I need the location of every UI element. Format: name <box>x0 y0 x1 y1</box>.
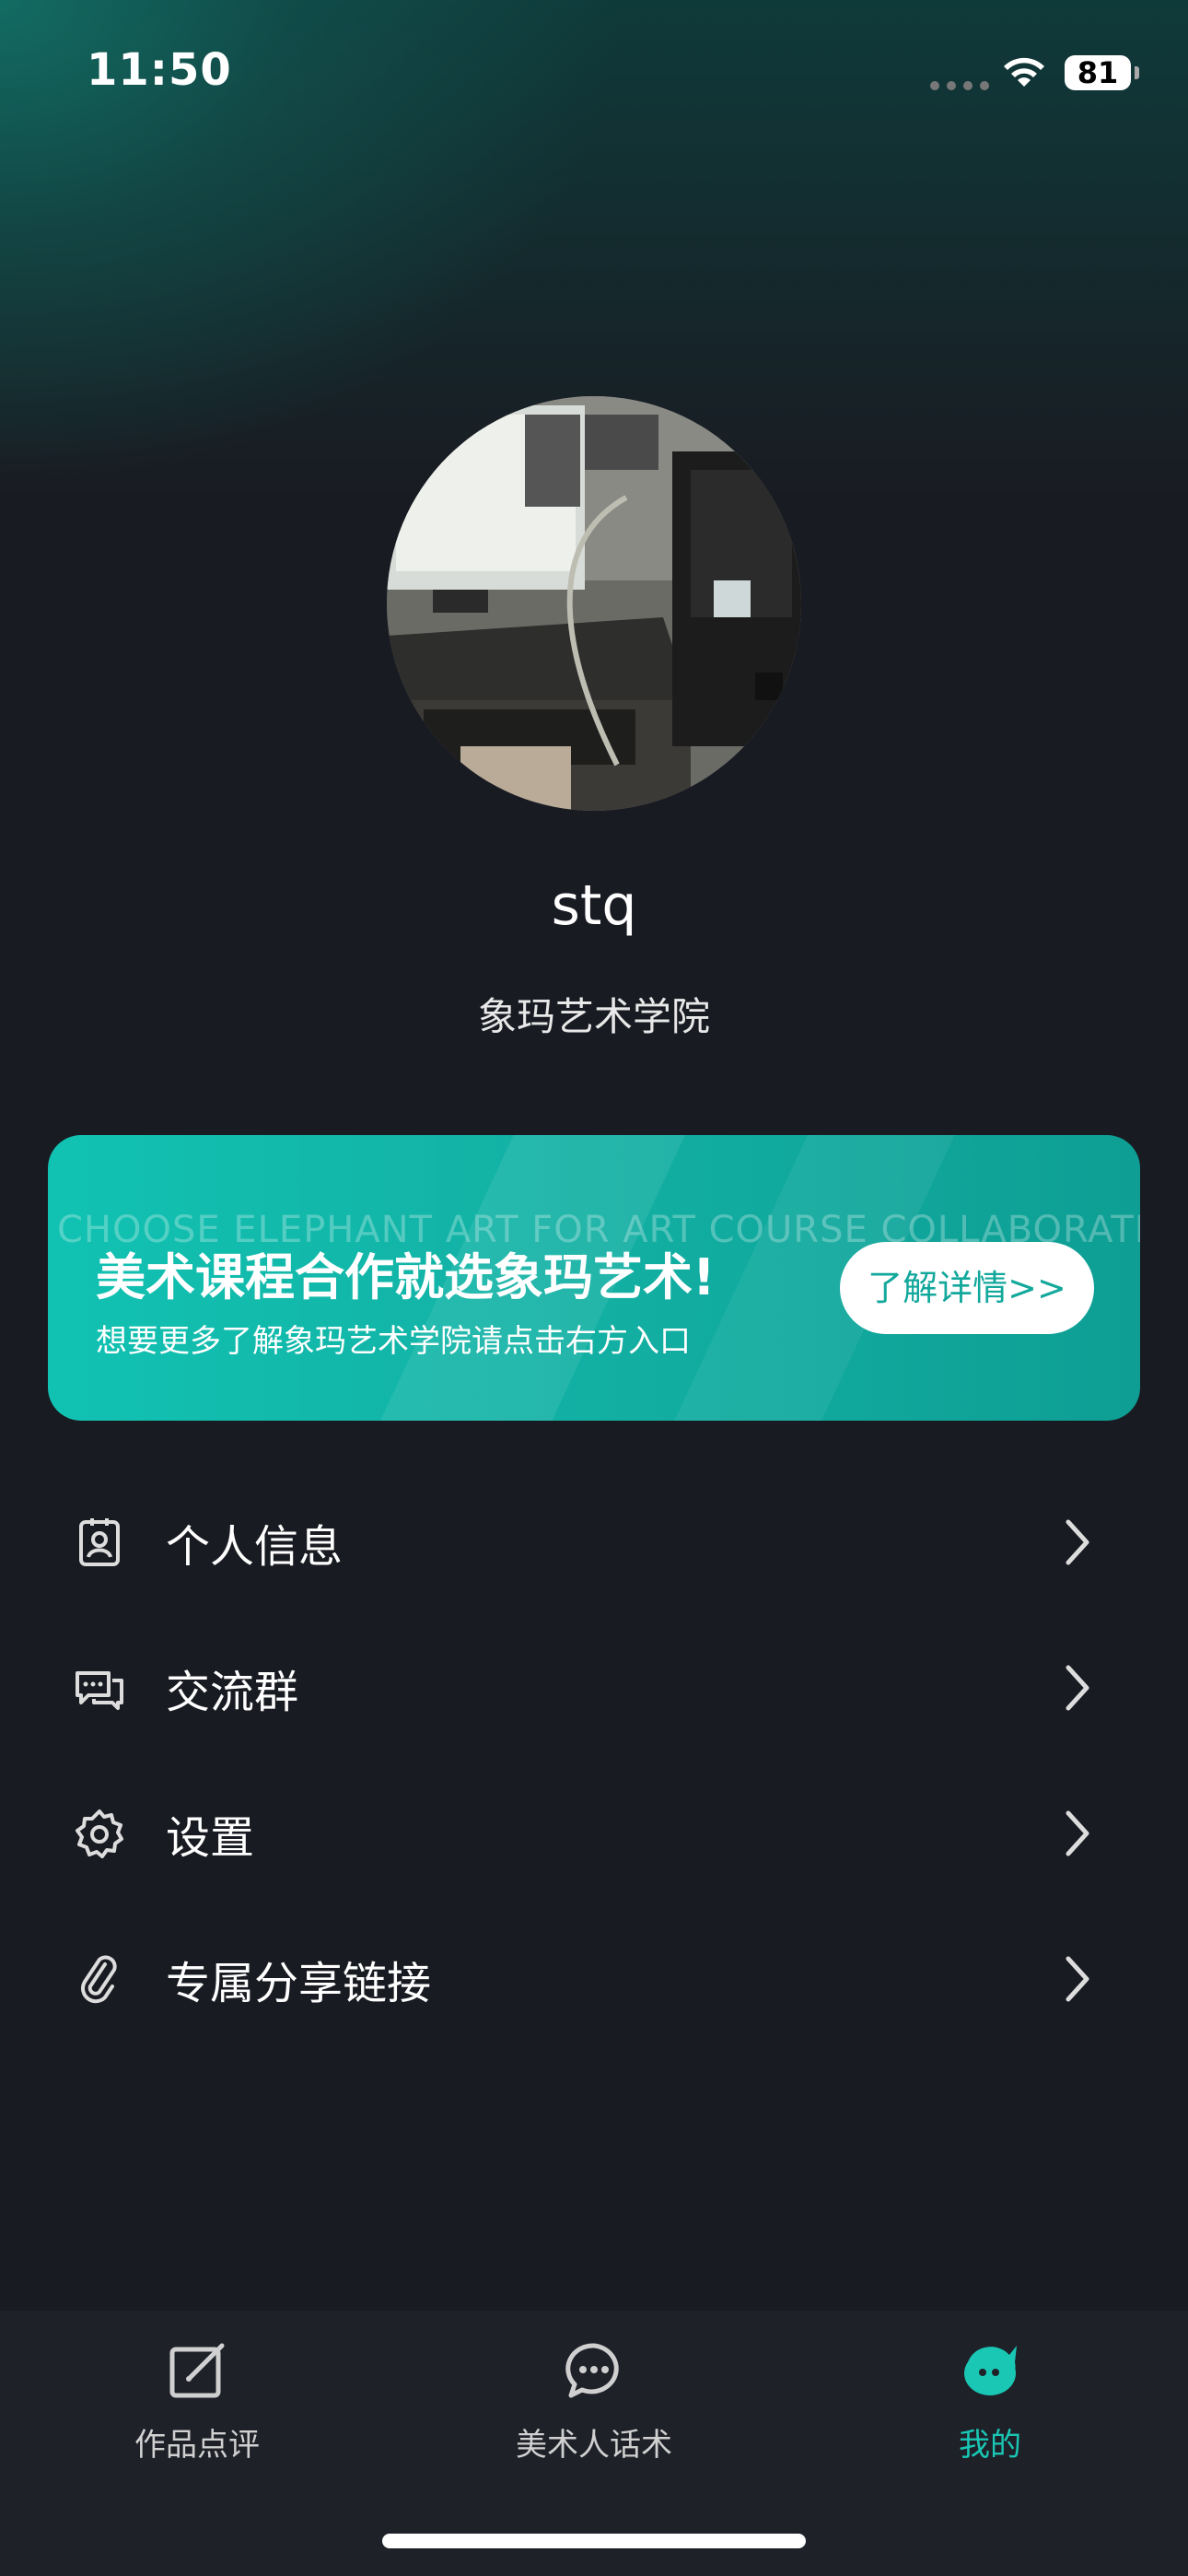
tab-label-art-talk: 美术人话术 <box>516 2427 672 2464</box>
chevron-right-icon <box>1066 1665 1089 1711</box>
chat-bubble-icon <box>565 2343 619 2398</box>
menu-item-personal-info[interactable]: 个人信息 <box>0 1469 1188 1615</box>
promo-banner[interactable]: CHOOSE ELEPHANT ART FOR ART COURSE COLLA… <box>48 1135 1140 1421</box>
tab-art-talk[interactable]: 美术人话术 <box>456 2338 732 2486</box>
chat-group-icon <box>76 1671 123 1710</box>
edit-icon <box>169 2343 225 2398</box>
learn-more-button[interactable]: 了解详情>> <box>840 1242 1094 1334</box>
chevron-right-icon <box>1066 1519 1089 1565</box>
banner-title: 美术课程合作就选象玛艺术! <box>96 1248 716 1306</box>
tab-mine[interactable]: 我的 <box>852 2338 1128 2486</box>
menu-item-chat-group[interactable]: 交流群 <box>0 1615 1188 1761</box>
chevron-right-icon <box>1066 1956 1089 2002</box>
home-indicator[interactable] <box>382 2534 806 2548</box>
username: stq <box>551 873 637 938</box>
avatar-photo <box>387 396 801 811</box>
menu-label-settings: 设置 <box>166 1812 255 1864</box>
menu-label-share-link: 专属分享链接 <box>166 1958 432 2009</box>
menu-item-share-link[interactable]: 专属分享链接 <box>0 1906 1188 2052</box>
banner-subtitle: 想要更多了解象玛艺术学院请点击右方入口 <box>96 1323 691 1360</box>
menu-item-settings[interactable]: 设置 <box>0 1761 1188 1906</box>
battery-icon: 81 <box>1065 55 1131 90</box>
wifi-icon <box>1004 57 1044 87</box>
menu-label-personal-info: 个人信息 <box>166 1521 344 1573</box>
cellular-signal-icon <box>930 81 989 90</box>
status-time: 11:50 <box>87 44 232 96</box>
tab-label-mine: 我的 <box>959 2427 1021 2464</box>
tab-label-works-review: 作品点评 <box>134 2427 260 2464</box>
avatar[interactable] <box>387 396 801 811</box>
link-icon <box>81 1955 117 2004</box>
profile-menu: 个人信息 交流群 设置 专属分享链接 <box>0 1469 1188 2052</box>
school-name: 象玛艺术学院 <box>477 994 710 1039</box>
mascot-icon <box>964 2346 1017 2395</box>
chevron-right-icon <box>1066 1810 1089 1856</box>
menu-label-chat-group: 交流群 <box>166 1667 299 1718</box>
battery-tip <box>1135 66 1139 79</box>
id-badge-icon <box>79 1518 120 1566</box>
tab-works-review[interactable]: 作品点评 <box>59 2338 335 2486</box>
status-bar: 11:50 81 <box>0 0 1188 147</box>
gear-icon <box>76 1809 123 1858</box>
